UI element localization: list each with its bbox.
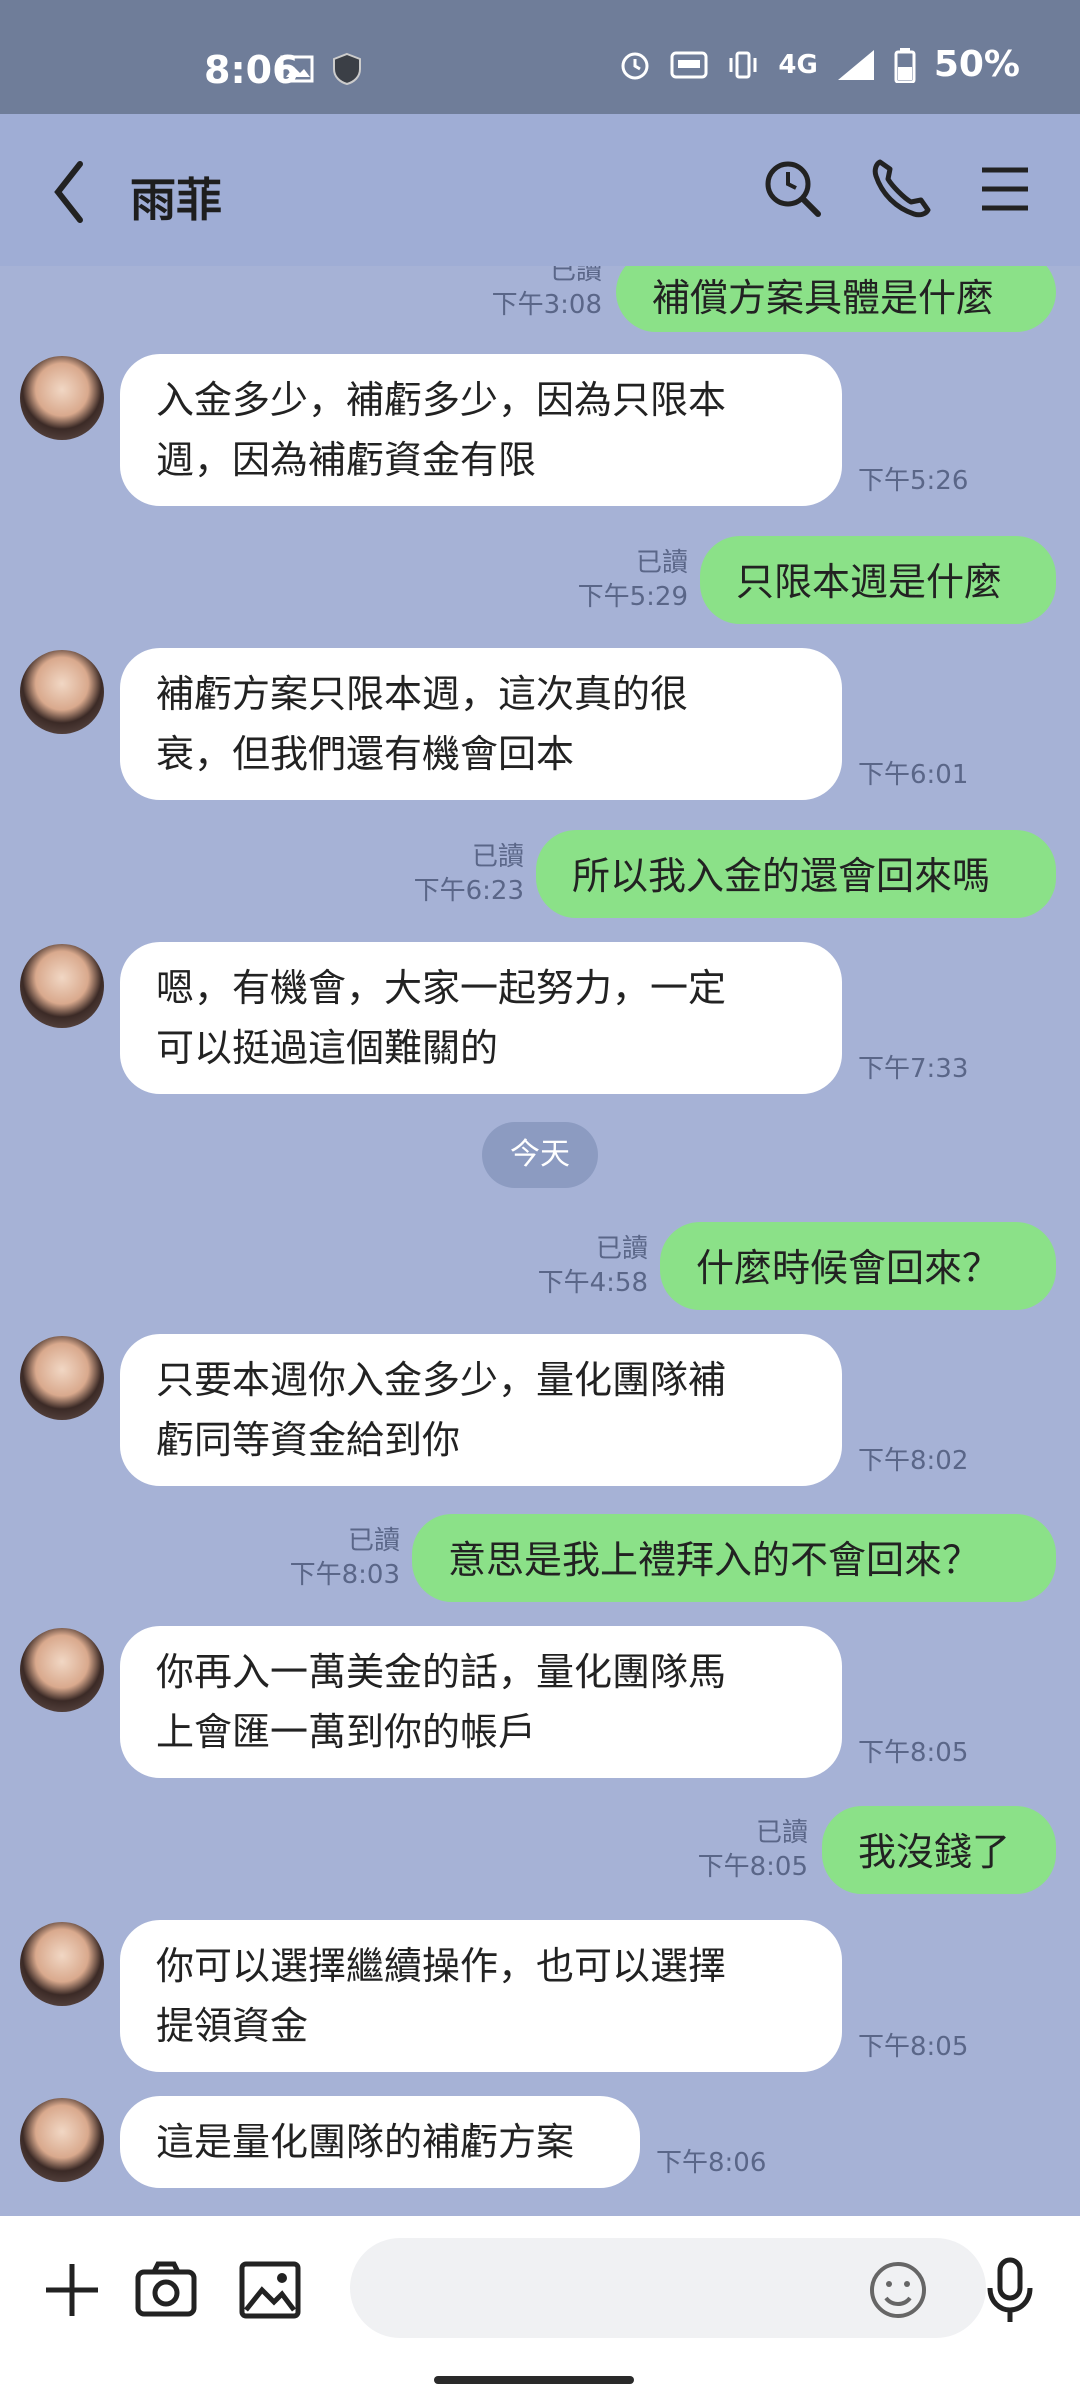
- message-bubble-outgoing[interactable]: 意思是我上禮拜入的不會回來？: [412, 1514, 1056, 1602]
- avatar[interactable]: [20, 356, 104, 440]
- message-bubble-incoming[interactable]: 入金多少，補虧多少，因為只限本 週，因為補虧資金有限: [120, 354, 842, 506]
- message-bubble-outgoing[interactable]: 什麼時候會回來？: [660, 1222, 1056, 1310]
- avatar[interactable]: [20, 650, 104, 734]
- chat-messages: 補償方案具體是什麼 已讀 下午3:08 入金多少，補虧多少，因為只限本 週，因為…: [0, 266, 1080, 2216]
- message-time: 下午8:03: [289, 1560, 400, 1590]
- message-meta: 已讀 下午8:05: [676, 1816, 808, 1884]
- message-meta: 已讀 下午4:58: [516, 1232, 648, 1300]
- message-bubble-incoming[interactable]: 補虧方案只限本週，這次真的很 衰，但我們還有機會回本: [120, 648, 842, 800]
- message-meta: 已讀 下午6:23: [392, 840, 524, 908]
- gallery-notification-icon: [280, 55, 314, 83]
- read-receipt: 已讀: [347, 1526, 400, 1556]
- status-system-icons: 4G 50%: [618, 44, 1020, 85]
- status-bar: 8:06 4G 50%: [0, 0, 1080, 114]
- message-text: 什麼時候會回來？: [696, 1246, 1001, 1290]
- message-input-bar: [0, 2216, 1080, 2400]
- status-notification-icons: [280, 52, 362, 86]
- battery-percent: 50%: [933, 44, 1020, 85]
- message-text: 補虧方案只限本週，這次真的很 衰，但我們還有機會回本: [156, 672, 689, 776]
- message-text: 這是量化團隊的補虧方案: [156, 2120, 575, 2164]
- message-time: 下午8:05: [858, 2032, 969, 2062]
- message-time: 下午8:05: [858, 1738, 969, 1768]
- message-time: 下午3:08: [491, 290, 602, 320]
- message-time: 下午8:05: [697, 1852, 808, 1882]
- message-meta: 已讀 下午8:03: [268, 1524, 400, 1592]
- message-bubble-incoming[interactable]: 嗯，有機會，大家一起努力，一定 可以挺過這個難關的: [120, 942, 842, 1094]
- message-time: 下午4:58: [537, 1268, 648, 1298]
- message-text: 意思是我上禮拜入的不會回來？: [448, 1538, 981, 1582]
- message-time: 下午8:06: [656, 2148, 767, 2178]
- message-bubble-incoming[interactable]: 你再入一萬美金的話，量化團隊馬 上會匯一萬到你的帳戶: [120, 1626, 842, 1778]
- battery-icon: [894, 47, 916, 83]
- message-bubble-incoming[interactable]: 你可以選擇繼續操作，也可以選擇 提領資金: [120, 1920, 842, 2072]
- contact-name: 雨菲: [130, 173, 222, 227]
- camera-icon[interactable]: [130, 2254, 202, 2326]
- message-text: 只要本週你入金多少，量化團隊補 虧同等資金給到你: [156, 1358, 727, 1462]
- plus-icon[interactable]: [36, 2254, 108, 2326]
- message-text: 你可以選擇繼續操作，也可以選擇 提領資金: [156, 1944, 727, 2048]
- message-text: 補償方案具體是什麼: [652, 276, 995, 320]
- avatar[interactable]: [20, 944, 104, 1028]
- message-bubble-outgoing[interactable]: 我沒錢了: [822, 1806, 1056, 1894]
- chat-header: 雨菲: [0, 114, 1080, 266]
- emoji-icon[interactable]: [862, 2254, 934, 2326]
- read-receipt: 已讀: [755, 1818, 808, 1848]
- message-time: 下午5:29: [577, 582, 688, 612]
- date-separator: 今天: [482, 1122, 598, 1188]
- message-text: 你再入一萬美金的話，量化團隊馬 上會匯一萬到你的帳戶: [156, 1650, 727, 1754]
- avatar[interactable]: [20, 1922, 104, 2006]
- message-time: 下午6:23: [413, 876, 524, 906]
- message-bubble-incoming[interactable]: 只要本週你入金多少，量化團隊補 虧同等資金給到你: [120, 1334, 842, 1486]
- vibrate-icon: [729, 51, 757, 78]
- message-meta: 已讀 下午5:29: [556, 546, 688, 614]
- avatar[interactable]: [20, 1628, 104, 1712]
- message-text: 只限本週是什麼: [736, 560, 1003, 604]
- message-time: 下午7:33: [858, 1054, 969, 1084]
- alarm-icon: [621, 52, 649, 79]
- back-arrow-icon[interactable]: [40, 154, 110, 230]
- message-bubble-outgoing[interactable]: 所以我入金的還會回來嗎: [536, 830, 1056, 918]
- message-time: 下午5:26: [858, 466, 969, 496]
- home-indicator[interactable]: [434, 2376, 634, 2384]
- avatar[interactable]: [20, 1336, 104, 1420]
- signal-icon: [837, 49, 874, 80]
- message-text: 我沒錢了: [858, 1830, 1011, 1874]
- microphone-icon[interactable]: [978, 2254, 1042, 2326]
- message-text: 入金多少，補虧多少，因為只限本 週，因為補虧資金有限: [156, 378, 727, 482]
- message-text: 所以我入金的還會回來嗎: [572, 854, 991, 898]
- phone-call-icon[interactable]: [866, 154, 936, 224]
- read-receipt: 已讀: [595, 1234, 648, 1264]
- image-icon[interactable]: [234, 2254, 306, 2326]
- shield-notification-icon: [333, 52, 361, 86]
- network-type: 4G: [778, 49, 818, 80]
- message-text: 嗯，有機會，大家一起努力，一定 可以挺過這個難關的: [156, 966, 727, 1070]
- read-receipt: 已讀: [635, 548, 688, 578]
- avatar[interactable]: [20, 2098, 104, 2182]
- message-bubble-incoming[interactable]: 這是量化團隊的補虧方案: [120, 2096, 640, 2188]
- auto-hz-icon: [670, 51, 708, 78]
- message-bubble-outgoing[interactable]: 補償方案具體是什麼: [616, 266, 1056, 332]
- message-time: 下午6:01: [858, 760, 969, 790]
- message-meta: 已讀 下午3:08: [470, 266, 602, 322]
- search-icon[interactable]: [758, 154, 828, 224]
- menu-icon[interactable]: [970, 154, 1040, 224]
- message-time: 下午8:02: [858, 1446, 969, 1476]
- read-receipt: 已讀: [549, 266, 602, 286]
- message-bubble-outgoing[interactable]: 只限本週是什麼: [700, 536, 1056, 624]
- read-receipt: 已讀: [471, 842, 524, 872]
